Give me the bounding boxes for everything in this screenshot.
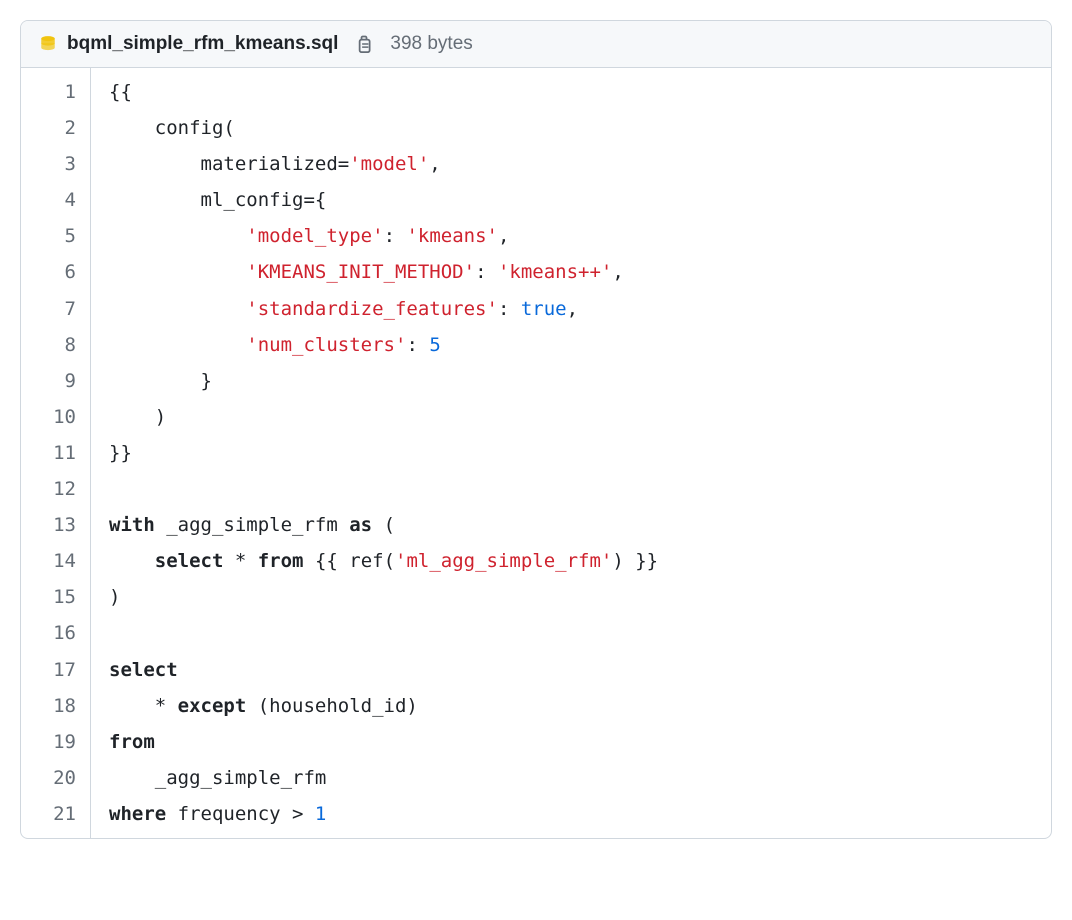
file-box: bqml_simple_rfm_kmeans.sql 398 bytes 123… [20,20,1052,839]
code-line: ) [109,579,1033,615]
code-line: {{ [109,74,1033,110]
code-line: 'num_clusters': 5 [109,327,1033,363]
code-line: ) [109,399,1033,435]
line-number: 14 [31,543,76,579]
line-number: 20 [31,760,76,796]
line-number: 18 [31,688,76,724]
code-line: 'KMEANS_INIT_METHOD': 'kmeans++', [109,254,1033,290]
code-line: where frequency > 1 [109,796,1033,832]
line-number: 2 [31,110,76,146]
file-size: 398 bytes [390,33,472,55]
line-number: 6 [31,254,76,290]
line-number: 17 [31,652,76,688]
line-number: 19 [31,724,76,760]
line-number: 16 [31,615,76,651]
code-line [109,471,1033,507]
database-icon [39,35,57,53]
code-line: * except (household_id) [109,688,1033,724]
code-line: from [109,724,1033,760]
file-name: bqml_simple_rfm_kmeans.sql [67,33,338,55]
copy-icon[interactable] [354,34,374,54]
line-number: 8 [31,327,76,363]
line-number: 5 [31,218,76,254]
code-line: ml_config={ [109,182,1033,218]
code-line: with _agg_simple_rfm as ( [109,507,1033,543]
line-number: 21 [31,796,76,832]
code-line: } [109,363,1033,399]
line-number: 4 [31,182,76,218]
line-number: 10 [31,399,76,435]
code-line: select * from {{ ref('ml_agg_simple_rfm'… [109,543,1033,579]
code-line: _agg_simple_rfm [109,760,1033,796]
line-number: 7 [31,291,76,327]
code-line [109,615,1033,651]
code-line: 'model_type': 'kmeans', [109,218,1033,254]
code-line: }} [109,435,1033,471]
line-number-gutter: 123456789101112131415161718192021 [21,68,91,838]
line-number: 15 [31,579,76,615]
code-content[interactable]: {{ config( materialized='model', ml_conf… [91,68,1051,838]
line-number: 11 [31,435,76,471]
line-number: 1 [31,74,76,110]
line-number: 9 [31,363,76,399]
line-number: 12 [31,471,76,507]
line-number: 3 [31,146,76,182]
code-line: materialized='model', [109,146,1033,182]
file-header: bqml_simple_rfm_kmeans.sql 398 bytes [21,21,1051,68]
code-line: select [109,652,1033,688]
code-line: config( [109,110,1033,146]
line-number: 13 [31,507,76,543]
code-area: 123456789101112131415161718192021 {{ con… [21,68,1051,838]
code-line: 'standardize_features': true, [109,291,1033,327]
